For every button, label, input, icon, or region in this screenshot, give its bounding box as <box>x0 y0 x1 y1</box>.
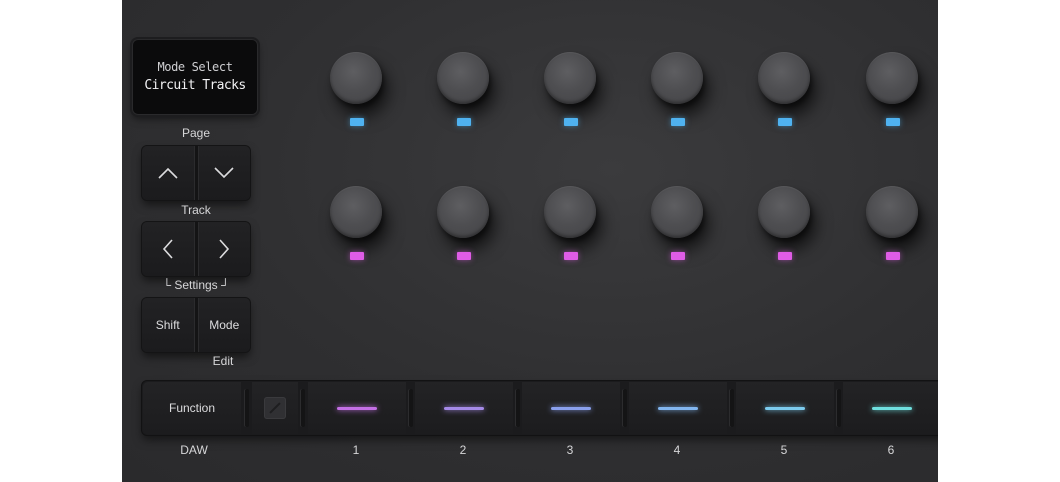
daw-label: DAW <box>180 443 208 457</box>
daw-icon <box>264 397 286 419</box>
knob-led-row1-4 <box>671 118 685 126</box>
function-label: Function <box>168 401 216 415</box>
knob-led-row1-6 <box>886 118 900 126</box>
pad-2[interactable] <box>415 382 513 434</box>
pad-number-4: 4 <box>673 443 681 457</box>
knob-led-row2-3 <box>564 252 578 260</box>
track-label: Track <box>181 203 211 217</box>
pad-5-led <box>765 406 805 410</box>
track-buttons <box>142 222 250 276</box>
knob-led-row2-4 <box>671 252 685 260</box>
settings-label: └ Settings ┘ <box>162 278 230 292</box>
pad-number-2: 2 <box>459 443 467 457</box>
mode-button[interactable]: Mode <box>198 298 250 352</box>
chevron-left-icon <box>162 239 173 259</box>
pad-2-led <box>444 406 484 410</box>
pad-1[interactable] <box>308 382 406 434</box>
pad-6-led <box>872 406 912 410</box>
knob-row2-4[interactable] <box>651 186 703 238</box>
knob-led-row1-1 <box>350 118 364 126</box>
pad-number-3: 3 <box>566 443 574 457</box>
pad-1-led <box>337 406 377 410</box>
knob-led-row1-3 <box>564 118 578 126</box>
pad-number-1: 1 <box>352 443 360 457</box>
pad-6[interactable] <box>843 382 938 434</box>
shift-button[interactable]: Shift <box>142 298 194 352</box>
page-label: Page <box>181 126 211 140</box>
knob-row2-2[interactable] <box>437 186 489 238</box>
pad-number-6: 6 <box>887 443 895 457</box>
knob-row1-1[interactable] <box>330 52 382 104</box>
chevron-right-icon <box>219 239 230 259</box>
chevron-down-icon <box>214 167 234 179</box>
pad-3-led <box>551 406 591 410</box>
knob-row2-5[interactable] <box>758 186 810 238</box>
pad-4[interactable] <box>629 382 727 434</box>
page-up-button[interactable] <box>142 146 194 200</box>
page-down-button[interactable] <box>198 146 250 200</box>
pad-5[interactable] <box>736 382 834 434</box>
knob-row2-3[interactable] <box>544 186 596 238</box>
daw-button[interactable] <box>252 382 298 434</box>
knob-row1-5[interactable] <box>758 52 810 104</box>
chevron-up-icon <box>158 167 178 179</box>
shift-mode-buttons: Shift Mode <box>142 298 250 352</box>
track-right-button[interactable] <box>198 222 250 276</box>
knob-led-row2-5 <box>778 252 792 260</box>
pad-4-led <box>658 406 698 410</box>
display-line-2: Circuit Tracks <box>144 78 246 93</box>
knob-row1-6[interactable] <box>866 52 918 104</box>
controller-panel: Mode Select Circuit Tracks Page Track └ … <box>122 0 938 482</box>
knob-led-row2-1 <box>350 252 364 260</box>
pad-3[interactable] <box>522 382 620 434</box>
oled-display: Mode Select Circuit Tracks <box>132 39 258 115</box>
knob-row1-4[interactable] <box>651 52 703 104</box>
knob-led-row1-2 <box>457 118 471 126</box>
page-buttons <box>142 146 250 200</box>
knob-row2-6[interactable] <box>866 186 918 238</box>
knob-led-row2-2 <box>457 252 471 260</box>
knob-row1-3[interactable] <box>544 52 596 104</box>
function-button[interactable]: Function <box>143 382 241 434</box>
knob-led-row1-5 <box>778 118 792 126</box>
edit-label: Edit <box>212 354 234 368</box>
knob-row2-1[interactable] <box>330 186 382 238</box>
display-line-1: Mode Select <box>157 60 233 74</box>
track-left-button[interactable] <box>142 222 194 276</box>
function-strip: Function <box>142 381 938 435</box>
pad-number-5: 5 <box>780 443 788 457</box>
knob-row1-2[interactable] <box>437 52 489 104</box>
knob-led-row2-6 <box>886 252 900 260</box>
